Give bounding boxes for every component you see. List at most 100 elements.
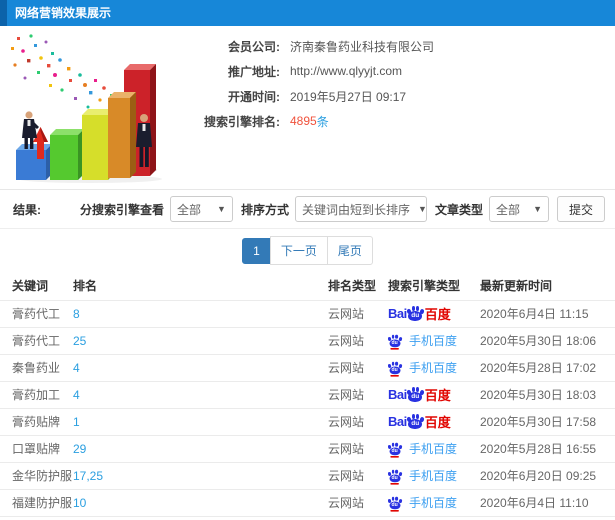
engine-filter-label: 分搜索引擎查看	[79, 202, 164, 217]
company-label: 会员公司:	[228, 39, 280, 54]
engine-cell: Bai du 百度	[388, 299, 480, 327]
rank-type-cell: 云网站	[328, 299, 388, 327]
baidu-mobile-icon: du	[388, 334, 402, 350]
rank-type-cell: 云网站	[328, 434, 388, 462]
opened-time-row: 开通时间: 2019年5月27日 09:17	[178, 89, 434, 104]
engine-rank-unit: 条	[316, 114, 329, 129]
header-rank: 排名	[73, 279, 98, 294]
rank-type-cell: 云网站	[328, 353, 388, 381]
businessman-left	[22, 111, 39, 149]
rank-link[interactable]: 1	[73, 415, 80, 429]
rank-cell: 1	[73, 407, 328, 435]
page-title: 网络营销效果展示	[15, 6, 112, 20]
rank-link[interactable]: 4	[73, 361, 80, 375]
promo-url-row: 推广地址: http://www.qlyyjt.com	[178, 64, 434, 79]
table-row: 膏药代工 8 云网站 Bai du 百度 2020年6月4日 11:15	[0, 299, 615, 327]
engine-cell: du 手机百度	[388, 326, 480, 354]
engine-cell: du 手机百度	[388, 488, 480, 516]
opened-time-value: 2019年5月27日 09:17	[290, 89, 407, 104]
company-row: 会员公司: 济南秦鲁药业科技有限公司	[178, 38, 434, 55]
baidu-mobile-label: 手机百度	[409, 334, 458, 348]
rank-type-cell	[328, 515, 388, 520]
baidu-mobile-badge: du 手机百度	[388, 467, 458, 485]
baidu-paw-icon: du	[388, 361, 402, 374]
results-section-label: 结果:	[13, 202, 41, 217]
engine-cell: du 手机百度	[388, 461, 480, 489]
sort-filter-select[interactable]: 关键词由短到长排序 ▼	[294, 196, 427, 222]
table-row: du手机百度	[0, 515, 615, 520]
baidu-mobile-icon: du	[388, 469, 402, 485]
marketing-chart-illustration	[11, 34, 162, 183]
baidu-mobile-underline	[390, 374, 399, 377]
baidu-mobile-label: 手机百度	[409, 469, 458, 483]
pagination-next[interactable]: 下一页	[269, 236, 328, 265]
baidu-mobile-icon: du	[388, 496, 402, 512]
updated-cell: 2020年5月28日 17:02	[480, 353, 615, 381]
baidu-paw-icon: du	[388, 496, 402, 509]
baidu-paw-icon: du	[406, 386, 425, 403]
baidu-mobile-underline	[390, 509, 399, 512]
engine-cell: du 手机百度	[388, 434, 480, 462]
baidu-pc-logo: Bai du 百度	[388, 304, 451, 323]
baidu-mobile-icon: du	[388, 361, 402, 377]
bar-green	[50, 129, 84, 180]
rank-cell: 10	[73, 488, 328, 516]
baidu-paw-icon: du	[388, 469, 402, 482]
updated-cell: 2020年5月30日 18:06	[480, 326, 615, 354]
pagination-last[interactable]: 尾页	[326, 236, 373, 265]
rank-cell: 8	[73, 299, 328, 327]
rank-cell	[73, 515, 328, 520]
promo-url-link[interactable]: http://www.qlyyjt.com	[290, 64, 402, 78]
baidu-paw-icon: du	[406, 413, 425, 430]
baidu-mobile-badge: du 手机百度	[388, 332, 458, 350]
updated-cell: 2020年6月4日 11:15	[480, 299, 615, 327]
baidu-mobile-badge: du 手机百度	[388, 359, 457, 377]
article-type-select[interactable]: 全部 ▼	[488, 196, 549, 222]
engine-rank-row: 搜索引擎排名: 4895 条	[178, 114, 434, 129]
rank-link[interactable]: 10	[73, 496, 86, 510]
rank-link[interactable]: 17,25	[73, 469, 103, 483]
updated-cell	[480, 515, 615, 520]
keyword-cell: 膏药贴牌	[0, 407, 73, 435]
baidu-logo-text: Bai	[388, 306, 407, 321]
table-row: 膏药贴牌 1 云网站 Bai du 百度 2020年5月30日 17:58	[0, 407, 615, 435]
keyword-cell: 膏药加工	[0, 380, 73, 408]
rank-cell: 17,25	[73, 461, 328, 489]
pagination-page-1[interactable]: 1	[242, 237, 271, 264]
confetti-dots	[11, 34, 119, 112]
rank-link[interactable]: 4	[73, 388, 80, 402]
table-row: 膏药代工 25 云网站 du 手机百度 2020年5月30日 18:06	[0, 326, 615, 354]
header-keyword: 关键词	[12, 279, 49, 294]
baidu-paw-icon: du	[406, 305, 425, 322]
baidu-mobile-underline	[390, 455, 399, 458]
rank-link[interactable]: 29	[73, 442, 86, 456]
keyword-cell	[0, 515, 73, 520]
sort-filter-value: 关键词由短到长排序	[301, 202, 410, 217]
baidu-logo-text: Bai	[388, 414, 407, 429]
table-header-row: 关键词 排名 排名类型 搜索引擎类型 最新更新时间	[0, 272, 615, 300]
header-rank-type: 排名类型	[328, 279, 377, 294]
engine-cell: du 手机百度	[388, 353, 480, 381]
engine-filter-select[interactable]: 全部 ▼	[169, 196, 233, 222]
promo-url-label: 推广地址:	[228, 64, 280, 79]
submit-button[interactable]: 提交	[556, 196, 605, 222]
rank-link[interactable]: 25	[73, 334, 86, 348]
table-row: 金华防护服 17,25 云网站 du 手机百度 2020年6月20日 09:25	[0, 461, 615, 489]
filter-bar: 结果: 分搜索引擎查看 全部 ▼ 排序方式 关键词由短到长排序 ▼ 文章类型 全…	[0, 189, 615, 229]
keyword-cell: 金华防护服	[0, 461, 73, 489]
rank-link[interactable]: 8	[73, 307, 80, 321]
baidu-logo-hanzi: 百度	[424, 415, 451, 430]
rank-type-cell: 云网站	[328, 326, 388, 354]
article-type-label: 文章类型	[434, 202, 483, 217]
engine-rank-count: 4895	[290, 114, 317, 128]
rank-cell: 25	[73, 326, 328, 354]
bar-orange	[108, 92, 136, 178]
chevron-down-icon: ▼	[417, 204, 427, 214]
engine-rank-label: 搜索引擎排名:	[204, 114, 280, 129]
updated-cell: 2020年6月20日 09:25	[480, 461, 615, 489]
baidu-paw-icon: du	[388, 334, 402, 347]
company-link[interactable]: 济南秦鲁药业科技有限公司	[290, 38, 434, 55]
table-row: 膏药加工 4 云网站 Bai du 百度 2020年5月30日 18:03	[0, 380, 615, 408]
baidu-logo-hanzi: 百度	[424, 388, 451, 403]
baidu-paw-icon: du	[388, 442, 402, 455]
